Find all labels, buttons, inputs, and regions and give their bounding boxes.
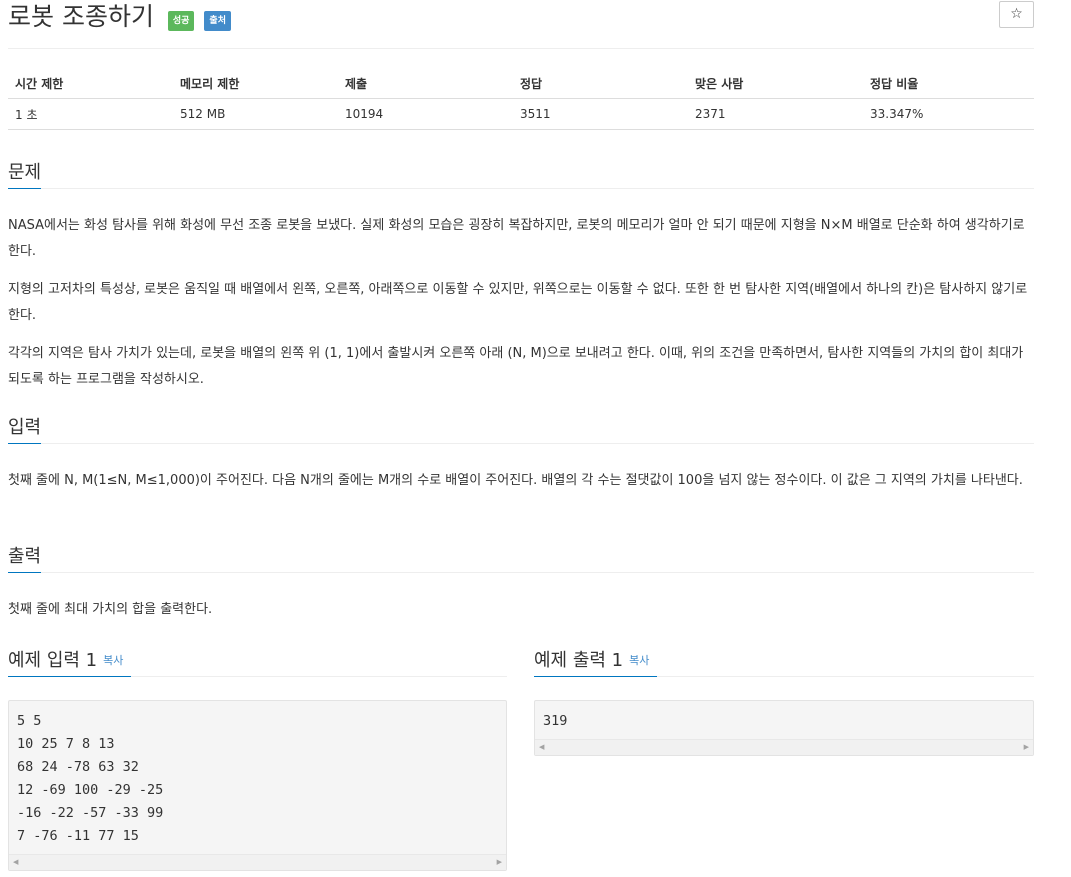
sample-output-content: 319	[543, 713, 568, 729]
section-input-title: 입력	[8, 415, 42, 444]
copy-sample-input-link[interactable]: 복사	[103, 654, 123, 667]
status-badge-success[interactable]: 성공	[167, 11, 195, 31]
copy-sample-output-link[interactable]: 복사	[629, 654, 649, 667]
header-accept-ratio: 정답 비율	[863, 68, 1034, 99]
input-paragraph: 첫째 줄에 N, M(1≤N, M≤1,000)이 주어진다. 다음 N개의 줄…	[8, 473, 1023, 488]
sample-input-heading: 예제 입력 1	[8, 650, 98, 671]
section-description-headline: 문제	[8, 158, 1034, 189]
header-accepted: 정답	[513, 68, 688, 99]
header-memory-limit: 메모리 제한	[173, 68, 338, 99]
output-paragraph: 첫째 줄에 최대 가치의 합을 출력한다.	[8, 602, 213, 617]
description-paragraph: NASA에서는 화성 탐사를 위해 화성에 무선 조종 로봇을 보냈다. 실제 …	[8, 218, 1025, 259]
header-submissions: 제출	[338, 68, 513, 99]
favorite-button[interactable]: ☆	[999, 1, 1034, 28]
sample-input-title: 예제 입력 1 복사	[8, 648, 132, 677]
info-table-header-row: 시간 제한 메모리 제한 제출 정답 맞은 사람 정답 비율	[8, 68, 1034, 99]
section-input-headline: 입력	[8, 413, 1034, 444]
scroll-left-icon[interactable]: ◀	[539, 743, 544, 752]
sample-output-box[interactable]: 319 ◀ ▶	[534, 700, 1034, 756]
scroll-right-icon[interactable]: ▶	[497, 858, 502, 867]
problem-page: 로봇 조종하기 성공 출처 ☆ 시간 제한 메모리 제한 제출 정답 맞은 사람…	[8, 0, 1034, 871]
header-solved-users: 맞은 사람	[688, 68, 863, 99]
sample-output-scrollbar[interactable]: ◀ ▶	[535, 739, 1033, 755]
sample-output-heading: 예제 출력 1	[534, 650, 624, 671]
scroll-right-icon[interactable]: ▶	[1024, 743, 1029, 752]
problem-title: 로봇 조종하기	[8, 2, 154, 31]
value-submissions: 10194	[338, 98, 513, 130]
problem-input: 첫째 줄에 N, M(1≤N, M≤1,000)이 주어진다. 다음 N개의 줄…	[8, 468, 1034, 506]
problem-header: 로봇 조종하기 성공 출처 ☆	[8, 0, 1034, 49]
sample-input-scrollbar[interactable]: ◀ ▶	[9, 854, 506, 870]
section-output-headline: 출력	[8, 542, 1034, 573]
header-time-limit: 시간 제한	[8, 68, 173, 99]
value-accept-ratio: 33.347%	[863, 98, 1034, 130]
sample-output-headline: 예제 출력 1 복사	[534, 646, 1034, 677]
value-solved-users: 2371	[688, 98, 863, 130]
star-icon: ☆	[1010, 6, 1023, 22]
section-description-title: 문제	[8, 160, 42, 189]
sample-output-title: 예제 출력 1 복사	[534, 648, 658, 677]
value-memory-limit: 512 MB	[173, 98, 338, 130]
description-paragraph: 지형의 고저차의 특성상, 로봇은 움직일 때 배열에서 왼쪽, 오른쪽, 아래…	[8, 282, 1028, 323]
problem-info-table: 시간 제한 메모리 제한 제출 정답 맞은 사람 정답 비율 1 초 512 M…	[8, 68, 1034, 130]
sample-input-content: 5 5 10 25 7 8 13 68 24 -78 63 32 12 -69 …	[17, 713, 164, 844]
problem-description: NASA에서는 화성 탐사를 위해 화성에 무선 조종 로봇을 보냈다. 실제 …	[8, 213, 1034, 405]
sample-input-box[interactable]: 5 5 10 25 7 8 13 68 24 -78 63 32 12 -69 …	[8, 700, 507, 871]
scroll-left-icon[interactable]: ◀	[13, 858, 18, 867]
description-paragraph: 각각의 지역은 탐사 가치가 있는데, 로봇을 배열의 왼쪽 위 (1, 1)에…	[8, 346, 1024, 387]
info-table-row: 1 초 512 MB 10194 3511 2371 33.347%	[8, 98, 1034, 130]
source-badge[interactable]: 출처	[204, 11, 231, 31]
section-output-title: 출력	[8, 544, 42, 573]
problem-output: 첫째 줄에 최대 가치의 합을 출력한다.	[8, 597, 1034, 635]
problem-title-wrap: 로봇 조종하기 성공 출처	[8, 2, 231, 32]
sample-input-headline: 예제 입력 1 복사	[8, 646, 507, 677]
value-time-limit: 1 초	[8, 98, 173, 130]
value-accepted: 3511	[513, 98, 688, 130]
